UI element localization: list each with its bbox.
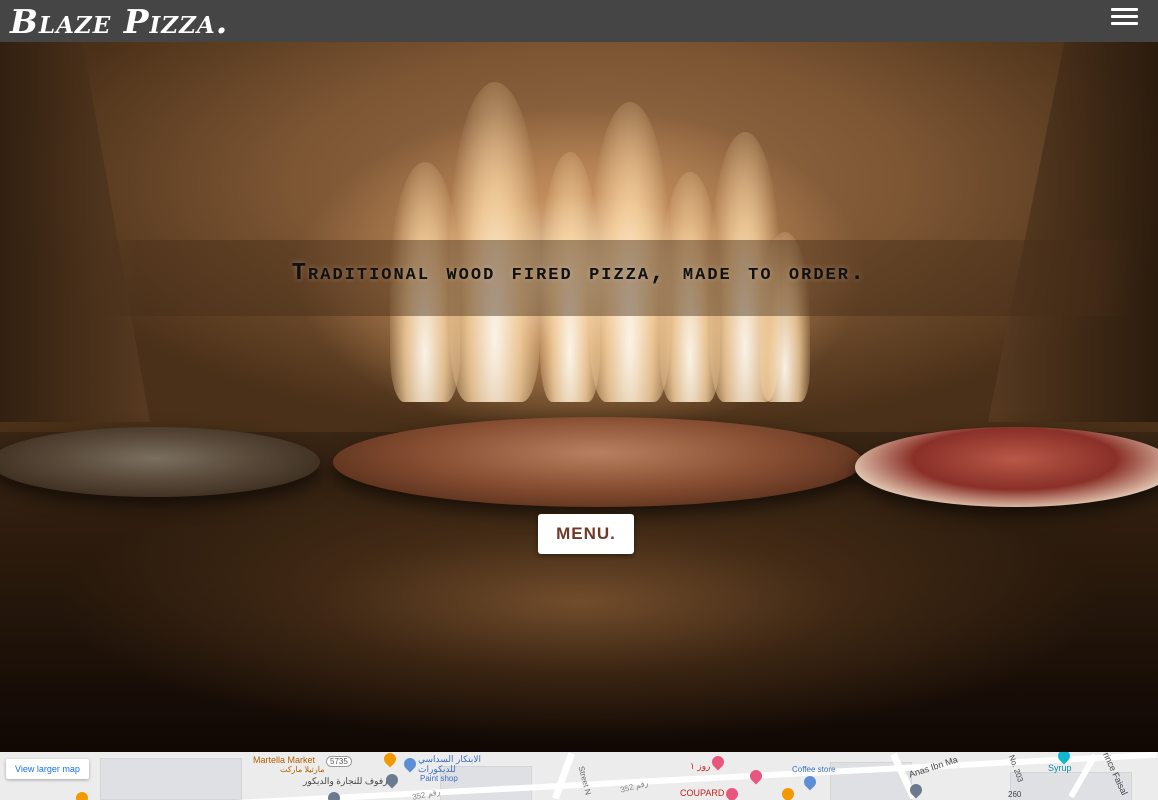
hamburger-menu-icon[interactable] bbox=[1111, 8, 1138, 25]
pizza-right bbox=[855, 427, 1158, 507]
oven-wall-left bbox=[0, 42, 150, 422]
hero-section: Traditional wood fired pizza, made to or… bbox=[0, 42, 1158, 752]
map-label-rose[interactable]: روز ١ bbox=[690, 761, 710, 772]
map-label-rufouf[interactable]: رفوف للنجارة والديكور bbox=[303, 776, 387, 787]
map-label-260: 260 bbox=[1008, 790, 1022, 799]
map-label-paint-shop: Paint shop bbox=[420, 774, 458, 783]
hamburger-line bbox=[1111, 8, 1138, 11]
view-larger-map-button[interactable]: View larger map bbox=[6, 759, 89, 779]
hero-tagline: Traditional wood fired pizza, made to or… bbox=[291, 260, 867, 287]
embedded-map[interactable]: View larger map Martella Market مارتيلا … bbox=[0, 752, 1158, 800]
map-label-martella[interactable]: Martella Market bbox=[253, 755, 315, 765]
menu-button[interactable]: MENU. bbox=[538, 514, 634, 554]
pizza-left bbox=[0, 427, 320, 497]
map-label-syrup[interactable]: Syrup bbox=[1048, 763, 1072, 773]
map-label-coffee-store[interactable]: Coffee store bbox=[792, 765, 835, 774]
hamburger-line bbox=[1111, 15, 1138, 18]
pizza-center bbox=[333, 417, 863, 507]
map-label-coupard[interactable]: COUPARD bbox=[680, 788, 724, 798]
restaurant-poi-icon[interactable] bbox=[73, 789, 91, 800]
hamburger-line bbox=[1111, 22, 1138, 25]
cafe-poi-icon[interactable] bbox=[779, 785, 797, 800]
hero-flames bbox=[360, 42, 820, 402]
hotel-poi-icon[interactable] bbox=[747, 767, 765, 785]
brand-logo[interactable]: Blaze Pizza. bbox=[10, 1, 228, 43]
map-road-shield: 5735 bbox=[326, 756, 352, 767]
shop-poi-icon[interactable] bbox=[401, 755, 419, 773]
oven-wall-right bbox=[988, 42, 1158, 422]
restaurant-poi-icon[interactable] bbox=[381, 752, 399, 768]
map-label-martella-ar: مارتيلا ماركت bbox=[280, 765, 325, 774]
food-poi-icon[interactable] bbox=[709, 753, 727, 771]
map-label-raqm-352: رقم 352 bbox=[411, 787, 442, 800]
top-navigation-bar: Blaze Pizza. bbox=[0, 0, 1158, 42]
shop-poi-icon[interactable] bbox=[723, 785, 741, 800]
